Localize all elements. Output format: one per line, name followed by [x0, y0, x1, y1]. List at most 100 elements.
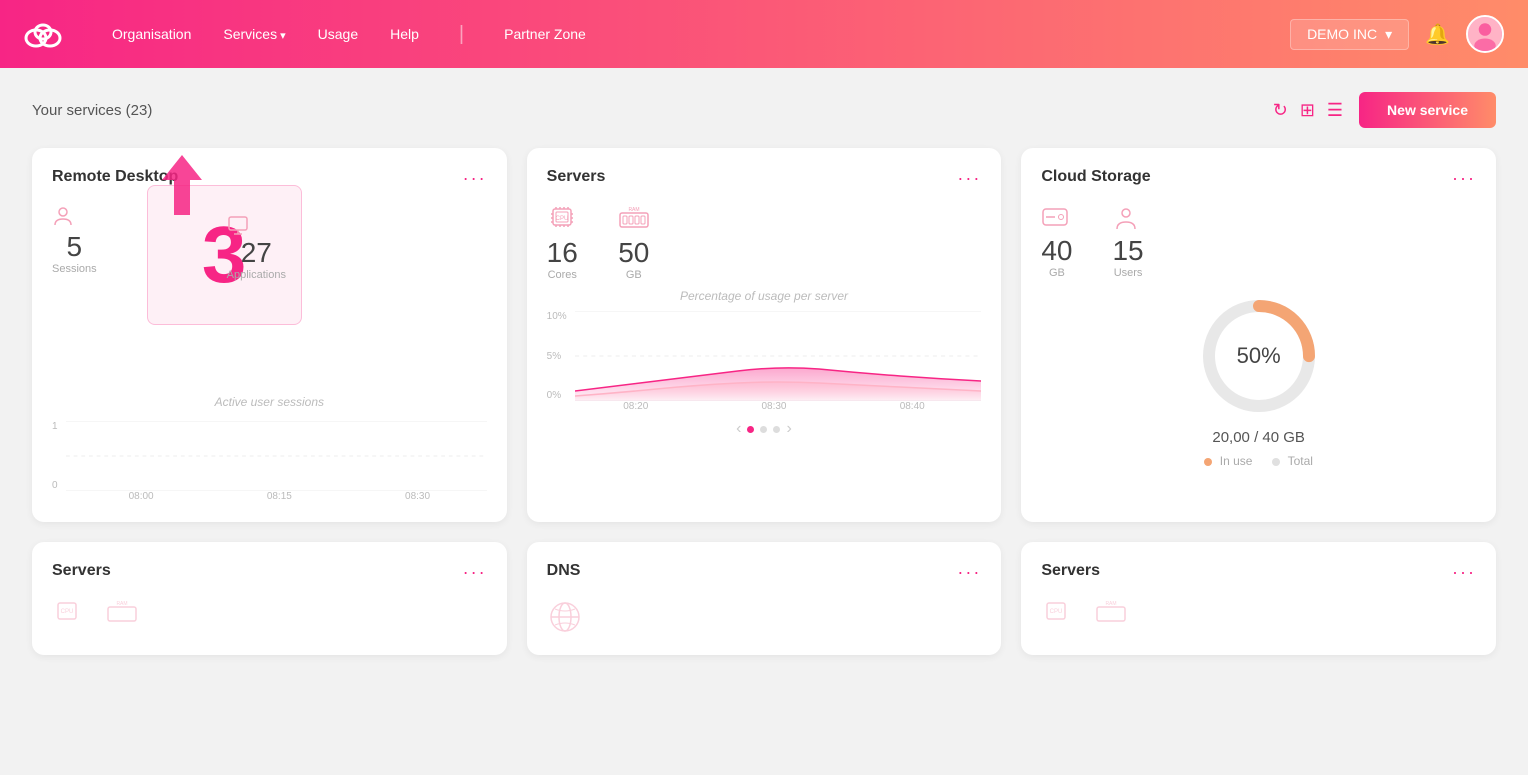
storage-gb-count: 40 — [1041, 235, 1072, 267]
remote-desktop-menu[interactable]: ··· — [463, 168, 487, 189]
donut-percent: 50% — [1237, 343, 1281, 369]
servers-header: Servers ··· — [547, 168, 982, 189]
ram-stat: RAM 50 GB — [618, 205, 650, 281]
bottom-servers-2-title: Servers — [1041, 562, 1100, 580]
srv-time-2: 08:30 — [761, 401, 786, 412]
svg-text:CPU: CPU — [1050, 609, 1063, 615]
bottom-servers-1-title: Servers — [52, 562, 111, 580]
carousel-next[interactable]: › — [786, 420, 791, 438]
ram-icon: RAM — [618, 205, 650, 233]
cpu-icon: CPU — [547, 205, 578, 233]
list-view-icon[interactable]: ☰ — [1327, 100, 1343, 121]
remote-desktop-stats: 5 Sessions 3 — [52, 205, 487, 275]
dns-menu[interactable]: ··· — [957, 562, 981, 583]
nav-services[interactable]: Services — [223, 26, 285, 42]
legend-in-use-dot — [1204, 458, 1212, 466]
applications-label: Applications — [227, 269, 286, 281]
navbar: Organisation Services Usage Help | Partn… — [0, 0, 1528, 68]
svg-text:CPU: CPU — [555, 216, 568, 222]
cores-stat: CPU — [547, 205, 578, 281]
time-label-3: 08:30 — [405, 491, 430, 502]
gb-label: GB — [618, 269, 650, 281]
nav-partner-zone[interactable]: Partner Zone — [504, 26, 586, 42]
new-service-button[interactable]: New service — [1359, 92, 1496, 128]
time-label-1: 08:00 — [129, 491, 154, 502]
sessions-stat: 5 Sessions — [52, 205, 97, 275]
nav-help[interactable]: Help — [390, 26, 419, 42]
notification-bell-icon[interactable]: 🔔 — [1425, 22, 1450, 47]
cloud-storage-menu[interactable]: ··· — [1452, 168, 1476, 189]
dns-icon — [547, 599, 982, 635]
bottom-servers-2-icons: CPU RAM — [1041, 599, 1476, 627]
sessions-label: Sessions — [52, 263, 97, 275]
svg-text:RAM: RAM — [628, 207, 639, 213]
time-label-2: 08:15 — [267, 491, 292, 502]
legend-in-use: In use — [1204, 454, 1252, 468]
servers-chart: 10% 5% 0% — [547, 311, 982, 412]
services-header: Your services (23) ↻ ⊞ ☰ New service — [32, 92, 1496, 128]
rd-chart-x-labels: 08:00 08:15 08:30 — [52, 491, 487, 502]
servers-stats: CPU — [547, 205, 982, 281]
servers-subtitle: Percentage of usage per server — [547, 289, 982, 303]
refresh-icon[interactable]: ↻ — [1273, 100, 1288, 121]
sessions-count: 5 — [52, 231, 97, 263]
cloud-storage-card: Cloud Storage ··· 40 GB — [1021, 148, 1496, 522]
carousel-prev[interactable]: ‹ — [736, 420, 741, 438]
storage-stats: 40 GB 15 Users — [1041, 205, 1476, 279]
bottom-servers-1-icons: CPU RAM — [52, 599, 487, 627]
srv-time-1: 08:20 — [623, 401, 648, 412]
storage-users-count: 15 — [1112, 235, 1143, 267]
donut-chart: 50% — [1194, 291, 1324, 421]
dns-title: DNS — [547, 562, 581, 580]
y-10: 10% — [547, 311, 567, 322]
cores-count: 16 — [547, 237, 578, 269]
storage-total-text: 20,00 / 40 GB — [1041, 429, 1476, 446]
active-sessions-subtitle: Active user sessions — [52, 395, 487, 409]
dot-1[interactable] — [747, 426, 754, 433]
servers-menu[interactable]: ··· — [957, 168, 981, 189]
cloud-storage-title: Cloud Storage — [1041, 168, 1150, 186]
bottom-servers-1-menu[interactable]: ··· — [463, 562, 487, 583]
nav-organisation[interactable]: Organisation — [112, 26, 191, 42]
y-0: 0% — [547, 390, 567, 401]
chevron-down-icon: ▾ — [1385, 26, 1392, 43]
services-title: Your services (23) — [32, 102, 152, 119]
users-icon — [1112, 205, 1143, 231]
remote-desktop-chart: 1 0 08:00 08:15 08:30 — [52, 421, 487, 502]
person-icon — [52, 205, 97, 227]
svg-text:CPU: CPU — [61, 609, 74, 615]
storage-users-stat: 15 Users — [1112, 205, 1143, 279]
bottom-servers-2-header: Servers ··· — [1041, 562, 1476, 583]
servers-card: Servers ··· CPU — [527, 148, 1002, 522]
bottom-servers-card-1: Servers ··· CPU RAM — [32, 542, 507, 655]
servers-chart-svg — [575, 311, 982, 401]
nav-usage[interactable]: Usage — [318, 26, 358, 42]
bottom-servers-2-menu[interactable]: ··· — [1452, 562, 1476, 583]
cards-grid: Remote Desktop ··· — [32, 148, 1496, 655]
y-label-0: 0 — [52, 480, 58, 491]
remote-desktop-card: Remote Desktop ··· — [32, 148, 507, 522]
servers-title: Servers — [547, 168, 606, 186]
storage-gb-stat: 40 GB — [1041, 205, 1072, 279]
company-selector[interactable]: DEMO INC ▾ — [1290, 19, 1409, 50]
header-controls: ↻ ⊞ ☰ New service — [1273, 92, 1496, 128]
nav-divider: | — [459, 23, 464, 46]
dns-card: DNS ··· — [527, 542, 1002, 655]
hdd-icon — [1041, 205, 1072, 231]
srv-time-3: 08:40 — [900, 401, 925, 412]
applications-stat: 27 Applications — [227, 215, 286, 281]
svg-text:RAM: RAM — [116, 601, 127, 607]
main-content: Your services (23) ↻ ⊞ ☰ New service Rem… — [0, 68, 1528, 775]
servers-chart-x-labels: 08:20 08:30 08:40 — [547, 401, 982, 412]
dot-3[interactable] — [773, 426, 780, 433]
logo-icon[interactable] — [24, 18, 72, 50]
dot-2[interactable] — [760, 426, 767, 433]
view-controls: ↻ ⊞ ☰ — [1273, 100, 1343, 121]
carousel-dots: ‹ › — [547, 420, 982, 438]
avatar[interactable] — [1466, 15, 1504, 53]
legend-total: Total — [1272, 454, 1312, 468]
grid-view-icon[interactable]: ⊞ — [1300, 100, 1315, 121]
gb-count: 50 — [618, 237, 650, 269]
company-name: DEMO INC — [1307, 26, 1377, 42]
donut-container: 50% — [1041, 291, 1476, 421]
